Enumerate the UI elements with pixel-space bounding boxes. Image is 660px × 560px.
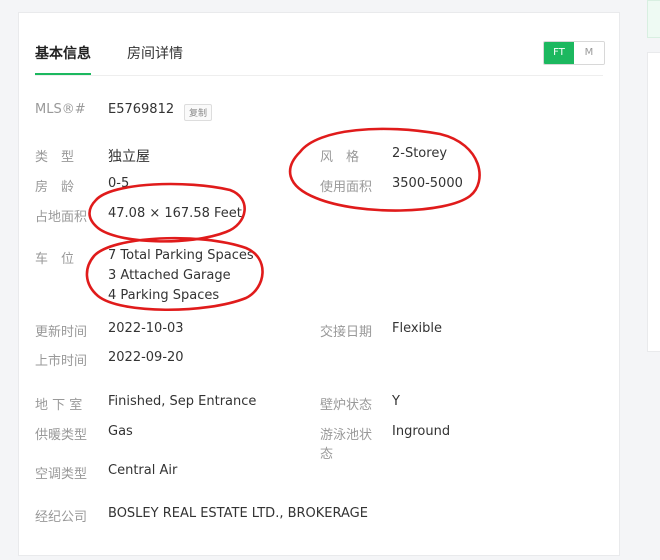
side-panel xyxy=(647,52,660,352)
parking-line: 7 Total Parking Spaces xyxy=(108,248,254,263)
age-label: 房 龄 xyxy=(35,180,75,195)
tab-divider xyxy=(35,75,603,76)
listed-value: 2022-09-20 xyxy=(108,350,184,365)
ac-label: 空调类型 xyxy=(35,467,88,482)
basement-label: 地 下 室 xyxy=(35,398,83,413)
heating-value: Gas xyxy=(108,424,133,439)
pool-label: 游泳池状 xyxy=(320,428,373,443)
lot-label: 占地面积 xyxy=(35,210,88,225)
parking-line: 4 Parking Spaces xyxy=(108,288,220,303)
lot-value: 47.08 × 167.58 Feet xyxy=(108,206,242,221)
unit-toggle: FT M xyxy=(543,41,605,65)
listed-label: 上市时间 xyxy=(35,354,88,369)
fireplace-label: 壁炉状态 xyxy=(320,398,373,413)
ac-value: Central Air xyxy=(108,463,178,478)
copy-mls-button[interactable]: 复制 xyxy=(184,104,213,121)
type-label: 类 型 xyxy=(35,150,75,165)
updated-label: 更新时间 xyxy=(35,325,88,340)
updated-value: 2022-10-03 xyxy=(108,321,184,336)
area-label: 使用面积 xyxy=(320,180,373,195)
side-banner xyxy=(647,0,660,38)
heating-label: 供暖类型 xyxy=(35,428,88,443)
type-value: 独立屋 xyxy=(108,149,150,165)
area-value: 3500-5000 xyxy=(392,176,463,191)
style-label: 风 格 xyxy=(320,150,360,165)
basement-value: Finished, Sep Entrance xyxy=(108,394,257,409)
handover-value: Flexible xyxy=(392,321,443,336)
brokerage-label: 经纪公司 xyxy=(35,510,88,525)
style-value: 2-Storey xyxy=(392,146,448,161)
unit-m-button[interactable]: M xyxy=(574,42,604,64)
mls-value: E5769812 xyxy=(108,102,175,117)
mls-label: MLS®# xyxy=(35,102,86,117)
brokerage-value: BOSLEY REAL ESTATE LTD., BROKERAGE xyxy=(108,506,368,521)
pool-label-cont: 态 xyxy=(320,447,334,462)
age-value: 0-5 xyxy=(108,176,130,191)
parking-label: 车 位 xyxy=(35,252,75,267)
unit-ft-button[interactable]: FT xyxy=(544,42,574,64)
tab-room-details[interactable]: 房间详情 xyxy=(127,43,183,73)
pool-value: Inground xyxy=(392,424,451,439)
fireplace-value: Y xyxy=(392,394,400,409)
parking-line: 3 Attached Garage xyxy=(108,268,231,283)
handover-label: 交接日期 xyxy=(320,325,373,340)
tab-basic-info[interactable]: 基本信息 xyxy=(35,43,91,75)
